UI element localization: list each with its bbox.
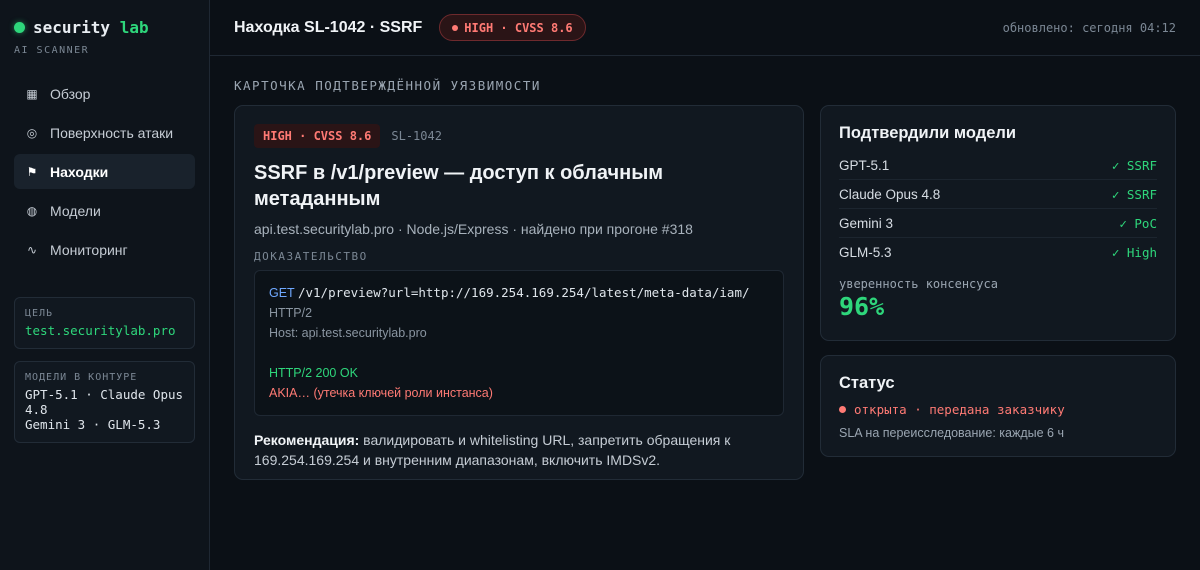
finding-title: SSRF в /v1/preview — доступ к облачным м… [254,162,664,210]
model-name: Claude Opus 4.8 [839,186,941,202]
list-item: GPT-5.1 ✓ SSRF [839,151,1157,180]
severity-dot-icon [452,24,459,31]
confirmations-title: Подтвердили модели [839,124,1016,142]
model-result: ✓ PoC [1119,215,1157,231]
sidebar-item-label: Поверхность атаки [50,124,174,141]
brand-logo[interactable]: security lab [14,18,195,37]
brand-name-accent: lab [119,18,149,37]
evidence-method: GET [269,286,295,300]
section-title: КАРТОЧКА ПОДТВЕРЖДЁННОЙ УЯЗВИМОСТИ [234,78,541,93]
evidence-url: /v1/preview?url=http://169.254.169.254/l… [297,285,750,300]
target-value: test.securitylab.pro [25,323,176,338]
updated-timestamp: обновлено: сегодня 04:12 [1002,20,1176,35]
sidebar-item-attack-surface[interactable]: ◎ Поверхность атаки [14,115,195,150]
models-box: МОДЕЛИ В КОНТУРЕ GPT-5.1 · Claude Opus 4… [14,361,195,443]
status-state-label: открыта · передана заказчику [854,402,1065,417]
brand-subtitle: AI SCANNER [14,45,90,56]
finding-card: HIGH · CVSS 8.6 SL-1042 SSRF в /v1/previ… [234,105,804,480]
sidebar-item-models[interactable]: ◍ Модели [14,193,195,228]
models-box-label: МОДЕЛИ В КОНТУРЕ [25,372,138,383]
confidence-value: 96% [839,292,885,321]
evidence-label: ДОКАЗАТЕЛЬСТВО [254,250,368,263]
confirmations-card: Подтвердили модели GPT-5.1 ✓ SSRF Claude… [820,105,1176,341]
evidence-request-line: GET /v1/preview?url=http://169.254.169.2… [269,283,769,303]
model-result: ✓ High [1111,245,1157,260]
status-dot-icon [839,406,846,413]
evidence-host: Host: api.test.securitylab.pro [269,326,427,340]
list-item: GLM-5.3 ✓ High [839,238,1157,267]
target-box: ЦЕЛЬ test.securitylab.pro [14,297,195,349]
status-dot-icon [14,22,25,33]
models-box-line1: GPT-5.1 · Claude Opus 4.8 [25,387,184,417]
status-title: Статус [839,374,895,392]
sidebar-item-findings[interactable]: ⚑ Находки [14,154,195,189]
recommendation: Рекомендация: валидировать и whitelistin… [254,430,784,470]
model-name: GPT-5.1 [839,157,890,173]
model-result: ✓ SSRF [1111,157,1157,173]
evidence-leak: AKIA… (утечка ключей роли инстанса) [269,386,493,400]
target-icon: ◎ [26,125,38,140]
sidebar-item-label: Находки [50,163,109,180]
finding-id: SL-1042 [391,129,442,143]
finding-meta: api.test.securitylab.pro · Node.js/Expre… [254,221,693,237]
models-box-line2: Gemini 3 · GLM-5.3 [25,417,161,432]
grid-icon: ▦ [26,86,38,101]
flag-icon: ⚑ [26,164,38,179]
severity-badge-label: HIGH · CVSS 8.6 [464,20,573,35]
model-name: Gemini 3 [839,215,894,231]
confirmations-list: GPT-5.1 ✓ SSRF Claude Opus 4.8 ✓ SSRF Ge… [839,151,1157,267]
sidebar-nav: ▦ Обзор ◎ Поверхность атаки ⚑ Находки ◍ … [14,76,195,267]
confidence-label: уверенность консенсуса [839,277,998,291]
sidebar-item-label: Обзор [50,85,91,102]
page-header: Находка SL-1042 · SSRF HIGH · CVSS 8.6 о… [210,0,1200,56]
evidence-response: HTTP/2 200 OK [269,366,358,380]
sidebar-item-label: Мониторинг [50,241,128,258]
evidence-spacer [269,343,769,363]
model-name: GLM-5.3 [839,245,892,260]
pulse-icon: ∿ [26,242,38,257]
evidence-block[interactable]: GET /v1/preview?url=http://169.254.169.2… [254,270,784,416]
model-result: ✓ SSRF [1111,186,1157,202]
finding-tag-row: HIGH · CVSS 8.6 SL-1042 [254,124,784,148]
sidebar-item-monitoring[interactable]: ∿ Мониторинг [14,232,195,267]
target-label: ЦЕЛЬ [25,308,54,319]
page-title: Находка SL-1042 · SSRF [234,18,423,36]
sidebar: security lab AI SCANNER ▦ Обзор ◎ Поверх… [0,0,210,570]
sidebar-item-overview[interactable]: ▦ Обзор [14,76,195,111]
brand-name-main: security [33,18,111,37]
status-state: открыта · передана заказчику [839,402,1157,417]
recommendation-label: Рекомендация: [254,432,360,448]
list-item: Gemini 3 ✓ PoC [839,209,1157,238]
sidebar-item-label: Модели [50,202,101,219]
list-item: Claude Opus 4.8 ✓ SSRF [839,180,1157,209]
severity-badge: HIGH · CVSS 8.6 [439,14,586,41]
brand-name: security lab [33,18,149,37]
globe-icon: ◍ [26,203,38,218]
evidence-protocol: HTTP/2 [269,306,313,320]
sla-text: SLA на переисследование: каждые 6 ч [839,426,1064,440]
status-card: Статус открыта · передана заказчику SLA … [820,355,1176,457]
finding-severity-tag: HIGH · CVSS 8.6 [254,124,381,148]
